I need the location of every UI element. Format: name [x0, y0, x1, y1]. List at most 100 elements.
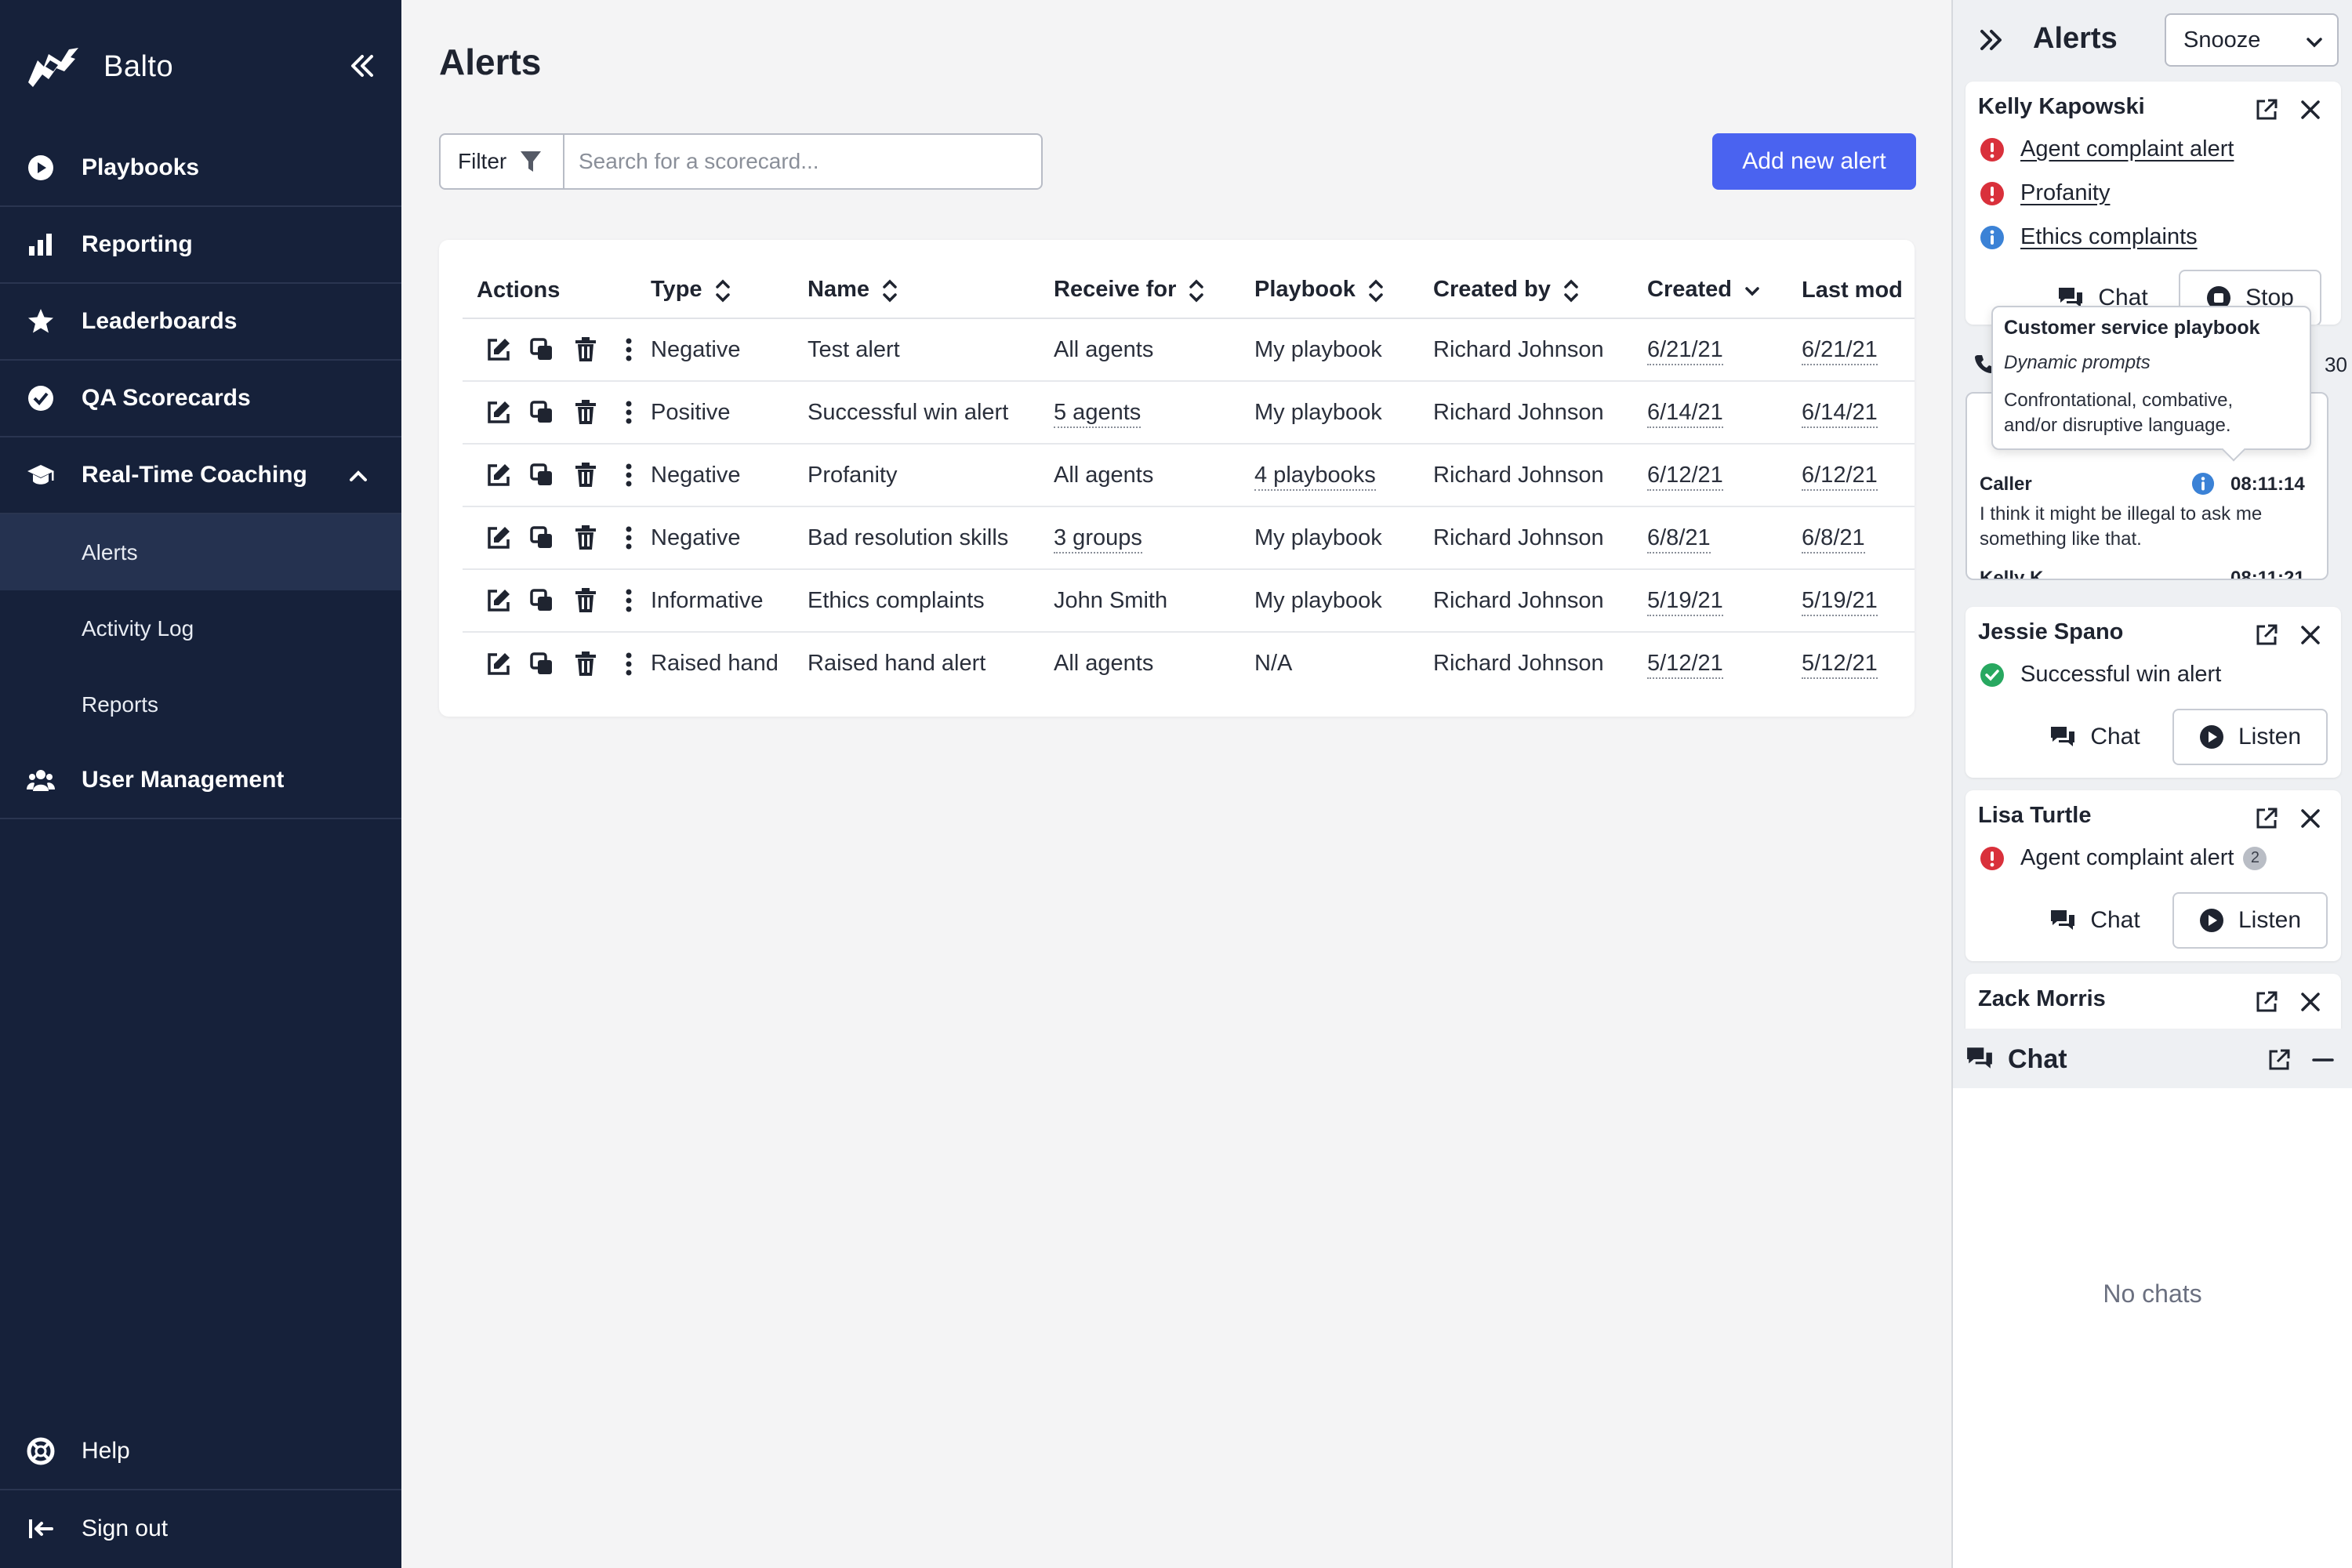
delete-button[interactable]: [564, 651, 608, 677]
delete-button[interactable]: [564, 337, 608, 362]
edit-button[interactable]: [477, 337, 521, 362]
alert-item-successful-win: Successful win alert: [1980, 662, 2221, 688]
balto-logo-icon: [28, 48, 78, 87]
chat-icon: [2051, 910, 2075, 930]
edit-button[interactable]: [477, 400, 521, 425]
play-circle-icon: [28, 155, 53, 180]
duplicate-button[interactable]: [521, 338, 564, 361]
delete-button[interactable]: [564, 588, 608, 613]
agent-alert-card: Jessie Spano Successful win alert Chat L…: [1965, 607, 2341, 778]
alert-negative-icon: [1980, 137, 2004, 162]
minimize-icon[interactable]: [2310, 1047, 2336, 1073]
delete-button[interactable]: [564, 525, 608, 550]
edit-icon: [488, 652, 510, 675]
close-icon[interactable]: [2298, 622, 2323, 648]
column-header-created[interactable]: Created: [1647, 263, 1802, 319]
external-link-icon[interactable]: [2254, 989, 2279, 1014]
column-header-playbook[interactable]: Playbook: [1254, 263, 1433, 319]
sidebar-item-playbooks[interactable]: Playbooks: [0, 130, 401, 207]
edit-icon: [488, 401, 510, 423]
chevron-up-icon[interactable]: [347, 464, 370, 488]
chat-button[interactable]: Chat: [2036, 709, 2154, 765]
info-icon[interactable]: [2191, 472, 2215, 495]
sort-desc-icon[interactable]: [1743, 278, 1762, 304]
column-header-receive-for[interactable]: Receive for: [1054, 263, 1254, 319]
duplicate-button[interactable]: [521, 652, 564, 676]
sidebar-item-sign-out[interactable]: Sign out: [0, 1490, 401, 1567]
sidebar-subitem-alerts[interactable]: Alerts: [0, 514, 401, 590]
collapse-sidebar-icon[interactable]: [347, 50, 378, 82]
sort-icon[interactable]: [713, 278, 732, 304]
sidebar-subitem-activity-log[interactable]: Activity Log: [0, 590, 401, 666]
edit-button[interactable]: [477, 463, 521, 488]
cell-created-by: Richard Johnson: [1433, 569, 1647, 633]
delete-button[interactable]: [564, 463, 608, 488]
filter-button[interactable]: Filter: [441, 135, 564, 188]
close-icon[interactable]: [2298, 989, 2323, 1014]
listen-button[interactable]: Listen: [2172, 892, 2328, 949]
cell-value: 6/8/21: [1647, 524, 1711, 554]
cell-actions: [463, 569, 652, 633]
alert-link-agent-complaint[interactable]: Agent complaint alert: [1980, 136, 2234, 162]
cell-value[interactable]: 4 playbooks: [1254, 462, 1376, 491]
duplicate-button[interactable]: [521, 463, 564, 487]
cell-created: 6/14/21: [1647, 381, 1802, 445]
more-actions-button[interactable]: [608, 652, 652, 677]
close-icon[interactable]: [2298, 97, 2323, 122]
cell-value: 5/12/21: [1802, 651, 1878, 679]
tooltip-title: Customer service playbook: [2004, 317, 2260, 339]
cell-value[interactable]: 3 groups: [1054, 524, 1142, 554]
alert-link-ethics-complaints[interactable]: Ethics complaints: [1980, 224, 2198, 250]
more-actions-button[interactable]: [608, 525, 652, 550]
external-link-icon[interactable]: [2254, 622, 2279, 648]
column-header-last-mod[interactable]: Last mod: [1802, 263, 1915, 319]
column-header-created-by[interactable]: Created by: [1433, 263, 1647, 319]
sidebar-subitem-reports[interactable]: Reports: [0, 666, 401, 742]
sidebar-item-user-management[interactable]: User Management: [0, 742, 401, 819]
chat-button[interactable]: Chat: [2036, 892, 2154, 949]
chevron-down-icon: [2307, 38, 2322, 48]
sidebar-item-reporting[interactable]: Reporting: [0, 207, 401, 284]
cell-created: 6/21/21: [1647, 318, 1802, 382]
close-icon[interactable]: [2298, 806, 2323, 831]
column-header-name[interactable]: Name: [808, 263, 1054, 319]
sidebar-item-help[interactable]: Help: [0, 1414, 401, 1490]
sidebar-item-leaderboards[interactable]: Leaderboards: [0, 284, 401, 361]
more-actions-button[interactable]: [608, 463, 652, 488]
alerts-table-card: Actions Type Name Receive for Playbook C…: [439, 240, 1915, 717]
cell-value[interactable]: 5 agents: [1054, 399, 1142, 428]
column-header-type[interactable]: Type: [651, 263, 808, 319]
edit-button[interactable]: [477, 588, 521, 613]
duplicate-button[interactable]: [521, 401, 564, 424]
search-input[interactable]: [564, 135, 1041, 188]
agent-name: Lisa Turtle: [1978, 803, 2092, 828]
external-link-icon[interactable]: [2254, 806, 2279, 831]
sidebar-item-real-time-coaching[interactable]: Real-Time Coaching: [0, 437, 401, 514]
more-actions-button[interactable]: [608, 337, 652, 362]
cell-playbook: My playbook: [1254, 506, 1433, 570]
edit-button[interactable]: [477, 652, 521, 677]
external-link-icon[interactable]: [2254, 97, 2279, 122]
duplicate-button[interactable]: [521, 589, 564, 612]
delete-button[interactable]: [564, 400, 608, 425]
sort-icon[interactable]: [1562, 278, 1581, 304]
sort-icon[interactable]: [1367, 278, 1385, 304]
sort-icon[interactable]: [880, 278, 899, 304]
edit-icon: [488, 590, 510, 612]
sidebar-item-label: Sign out: [82, 1515, 169, 1541]
alert-negative-icon: [1980, 181, 2004, 205]
table-row: Positive Successful win alert 5 agents My p…: [463, 381, 1915, 445]
expand-panel-icon[interactable]: [1978, 27, 2005, 53]
sidebar-item-qa-scorecards[interactable]: QA Scorecards: [0, 361, 401, 437]
external-link-icon[interactable]: [2267, 1047, 2292, 1073]
snooze-select[interactable]: Snooze: [2165, 13, 2339, 67]
add-new-alert-button[interactable]: Add new alert: [1712, 133, 1916, 190]
duplicate-button[interactable]: [521, 526, 564, 550]
alert-link-profanity[interactable]: Profanity: [1980, 180, 2110, 206]
edit-button[interactable]: [477, 525, 521, 550]
sort-icon[interactable]: [1187, 278, 1206, 304]
listen-button[interactable]: Listen: [2172, 709, 2328, 765]
alert-item-agent-complaint: Agent complaint alert 2: [1980, 845, 2267, 871]
more-actions-button[interactable]: [608, 400, 652, 425]
more-actions-button[interactable]: [608, 588, 652, 613]
